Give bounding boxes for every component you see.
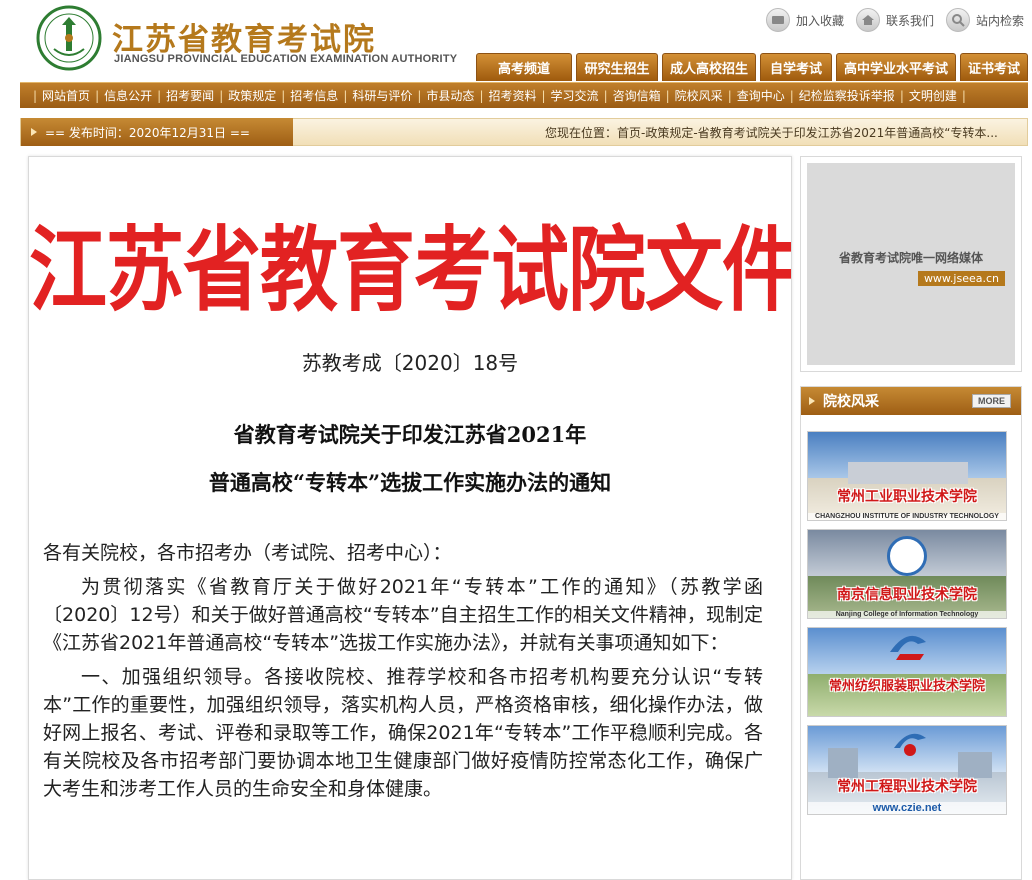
nav-item-news[interactable]: 招考要闻: [166, 87, 214, 104]
notice-title-line2: 普通高校“专转本”选拔工作实施办法的通知: [208, 470, 612, 495]
paragraph: 为贯彻落实《省教育厅关于做好2021年“专转本”工作的通知》（苏教学函〔2020…: [43, 576, 763, 654]
campus-card-changzhou-industry[interactable]: 常州工业职业技术学院 CHANGZHOU INSTITUTE OF INDUST…: [807, 431, 1007, 521]
media-banner-image: 省教育考试院唯一网络媒体 www.jseea.cn: [807, 163, 1015, 365]
tab-gaokao[interactable]: 高考频道: [476, 53, 572, 81]
nav-item-complaints[interactable]: 纪检监察投诉举报: [799, 87, 895, 104]
channel-tabs: 高考频道 研究生招生 成人高校招生 自学考试 高中学业水平考试 证书考试: [472, 53, 1028, 81]
home-icon: [855, 8, 880, 32]
campus-card-nanjing-info[interactable]: 南京信息职业技术学院 Nanjing College of Informatio…: [807, 529, 1007, 619]
college-emblem-icon: [887, 536, 927, 576]
media-banner[interactable]: 省教育考试院唯一网络媒体 www.jseea.cn: [800, 156, 1022, 372]
breadcrumb[interactable]: 您现在位置：首页-政策规定-省教育考试院关于印发江苏省2021年普通高校“专转本…: [545, 119, 1027, 145]
contact-us-link[interactable]: 联系我们: [855, 8, 934, 32]
tab-adult-college[interactable]: 成人高校招生: [662, 53, 756, 81]
campus-name: 常州纺织服装职业技术学院: [828, 679, 985, 694]
tab-certificate-exam[interactable]: 证书考试: [960, 53, 1028, 81]
nav-item-exchange[interactable]: 学习交流: [551, 87, 599, 104]
site-logo-emblem[interactable]: [36, 5, 102, 71]
nav-item-campus[interactable]: 院校风采: [675, 87, 723, 104]
site-header: 江苏省教育考试院 JIANGSU PROVINCIAL EDUCATION EX…: [0, 0, 1032, 82]
campus-showcase: 院校风采 MORE 常州工业职业技术学院 CHANGZHOU INSTITUTE…: [800, 386, 1022, 880]
notice-title-line1: 省教育考试院关于印发江苏省2021年: [233, 422, 587, 447]
campus-showcase-title: 院校风采: [823, 394, 879, 410]
campus-url: www.czie.net: [808, 802, 1006, 814]
campus-card-changzhou-engineering[interactable]: 常州工程职业技术学院 www.czie.net: [807, 725, 1007, 815]
add-favorite-link[interactable]: 加入收藏: [765, 8, 844, 32]
campus-name-en: CHANGZHOU INSTITUTE OF INDUSTRY TECHNOLO…: [808, 513, 1006, 520]
campus-name: 常州工程职业技术学院: [837, 779, 977, 795]
bookmark-icon: [765, 8, 790, 32]
more-button[interactable]: MORE: [972, 394, 1011, 408]
campus-name-en: Nanjing College of Information Technolog…: [808, 611, 1006, 618]
publish-date: == 发布时间：2020年12月31日 ==: [21, 118, 293, 146]
arrow-right-icon: [31, 128, 37, 136]
arrow-right-icon: [809, 397, 815, 405]
nav-item-query[interactable]: 查询中心: [737, 87, 785, 104]
search-icon: [945, 8, 970, 32]
campus-name: 常州工业职业技术学院: [837, 489, 977, 505]
nav-item-policy[interactable]: 政策规定: [228, 87, 276, 104]
nav-item-exam-info[interactable]: 招考信息: [290, 87, 338, 104]
tab-graduate[interactable]: 研究生招生: [576, 53, 658, 81]
site-search-label: 站内检索: [975, 13, 1024, 28]
main-nav: | 网站首页 | 信息公开 | 招考要闻 | 政策规定 | 招考信息 | 科研与评价 | 市…: [20, 82, 1028, 108]
nav-item-city-news[interactable]: 市县动态: [426, 87, 474, 104]
tab-self-study[interactable]: 自学考试: [760, 53, 832, 81]
nav-item-civilization[interactable]: 文明创建: [909, 87, 957, 104]
article-body: 各有关院校，各市招考办（考试院、招考中心）： 为贯彻落实《省教育厅关于做好202…: [43, 539, 763, 809]
campus-card-changzhou-textile[interactable]: 常州纺织服装职业技术学院: [807, 627, 1007, 717]
document-header-title: 江苏省教育考试院文件: [29, 217, 792, 325]
sidebar: 省教育考试院唯一网络媒体 www.jseea.cn 院校风采 MORE 常州工业…: [800, 156, 1028, 880]
site-search-link[interactable]: 站内检索: [945, 8, 1024, 32]
info-bar: == 发布时间：2020年12月31日 == 您现在位置：首页-政策规定-省教育…: [20, 118, 1028, 146]
nav-item-materials[interactable]: 招考资料: [488, 87, 536, 104]
document-number: 苏教考成〔2020〕18号: [301, 351, 519, 375]
campus-name: 南京信息职业技术学院: [837, 587, 977, 603]
media-url: www.jseea.cn: [917, 271, 1005, 286]
campus-showcase-header: 院校风采 MORE: [801, 387, 1021, 415]
paragraph: 一、加强组织领导。各接收院校、推荐学校和各市招考机构要充分认识“专转本”工作的重…: [43, 666, 763, 800]
salutation: 各有关院校，各市招考办（考试院、招考中心）：: [43, 542, 452, 564]
contact-us-label: 联系我们: [885, 13, 934, 28]
media-caption: 省教育考试院唯一网络媒体: [838, 251, 983, 265]
nav-item-home[interactable]: 网站首页: [42, 87, 90, 104]
top-links: 加入收藏 联系我们 站内检索: [754, 8, 1024, 32]
nav-item-info-disclosure[interactable]: 信息公开: [104, 87, 152, 104]
nav-item-mailbox[interactable]: 咨询信箱: [613, 87, 661, 104]
article-panel: 江苏省教育考试院文件 苏教考成〔2020〕18号 省教育考试院关于印发江苏省20…: [28, 156, 792, 880]
tab-high-school-exam[interactable]: 高中学业水平考试: [836, 53, 956, 81]
college-logo-icon: [894, 733, 926, 756]
nav-item-research[interactable]: 科研与评价: [352, 87, 412, 104]
site-subtitle: JIANGSU PROVINCIAL EDUCATION EXAMINATION…: [114, 53, 458, 65]
publish-date-text: == 发布时间：2020年12月31日 ==: [45, 125, 250, 140]
add-favorite-label: 加入收藏: [795, 13, 844, 28]
college-logo-icon: [890, 635, 926, 660]
